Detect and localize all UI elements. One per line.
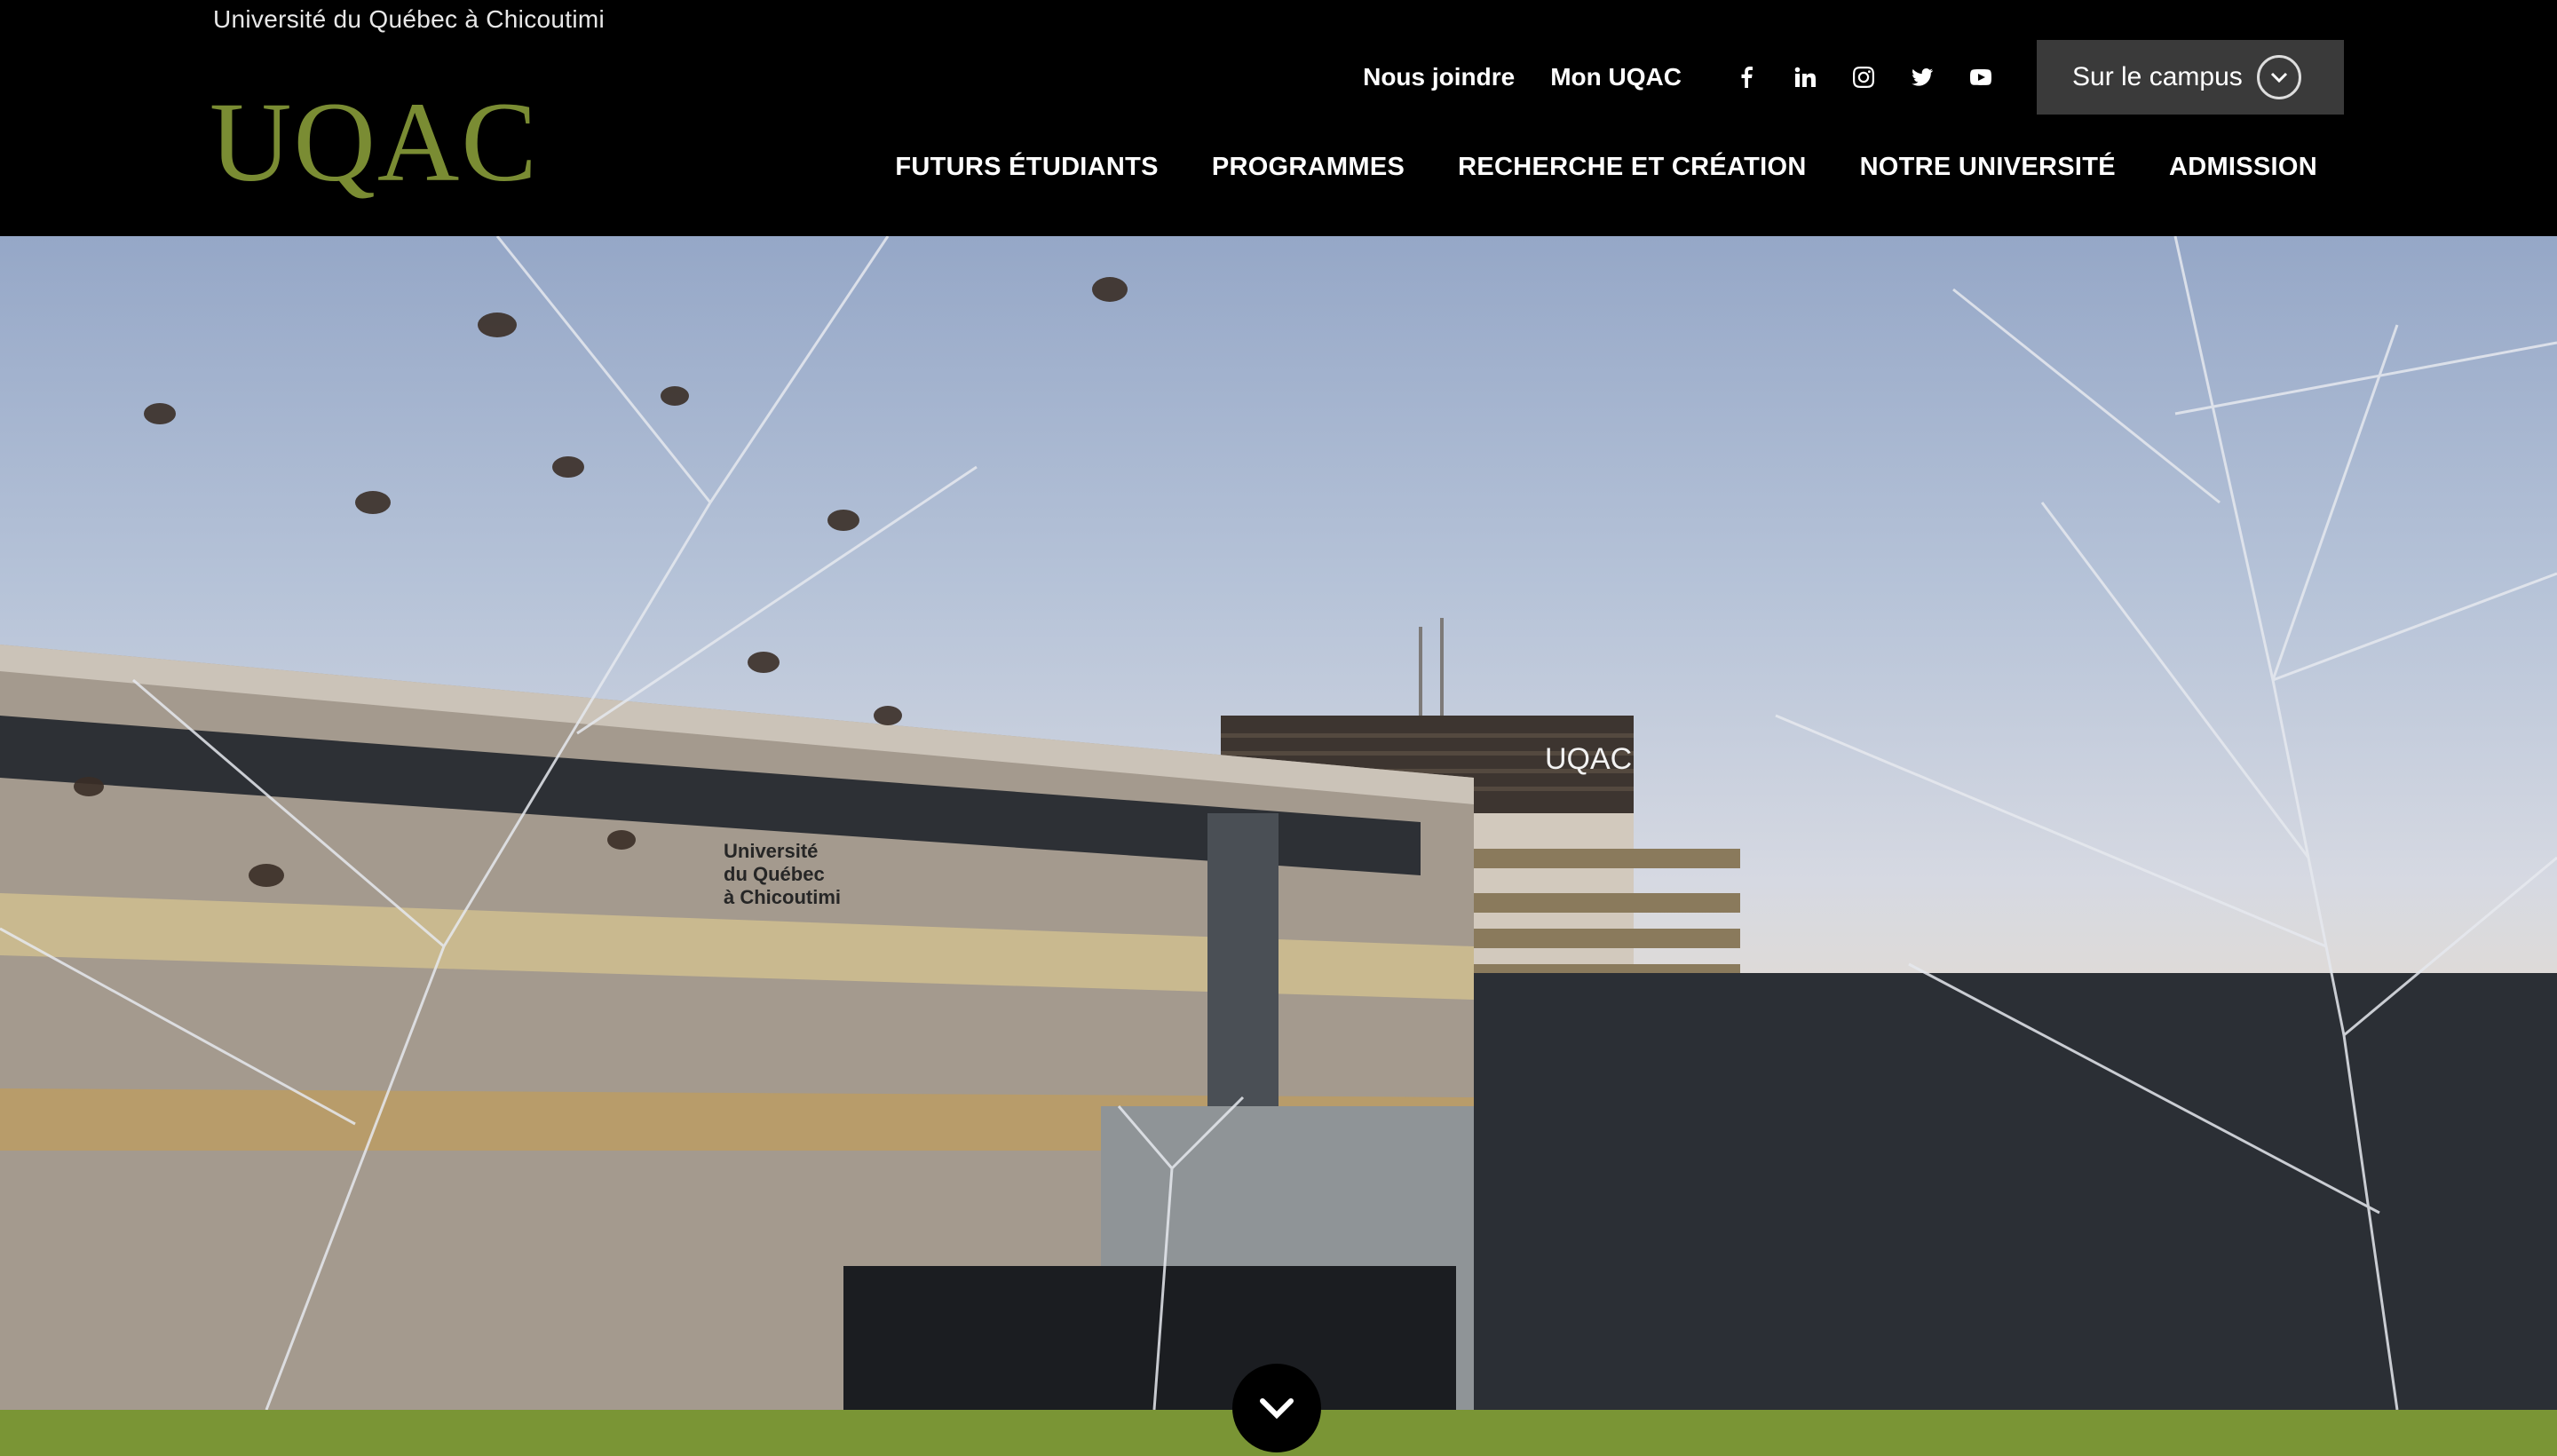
building-sign-line: Université	[724, 840, 818, 862]
tower-sign: UQAC	[1545, 742, 1632, 776]
instagram-icon[interactable]	[1834, 59, 1893, 95]
building-sign-line: du Québec	[724, 863, 825, 885]
nav-admission[interactable]: ADMISSION	[2169, 153, 2317, 182]
uqac-logo[interactable]: UQAC	[210, 85, 539, 199]
chevron-down-icon	[2256, 55, 2301, 99]
sur-le-campus-button[interactable]: Sur le campus	[2037, 40, 2344, 115]
twitter-icon[interactable]	[1893, 59, 1951, 95]
linkedin-icon[interactable]	[1776, 59, 1834, 95]
scroll-down-button[interactable]	[1232, 1364, 1321, 1452]
nav-programmes[interactable]: PROGRAMMES	[1212, 153, 1405, 182]
hero-image: UQAC Université du Québec à Chicoutimi	[0, 236, 2557, 1410]
main-nav: FUTURS ÉTUDIANTS PROGRAMMES RECHERCHE ET…	[842, 153, 2317, 182]
nous-joindre-link[interactable]: Nous joindre	[1363, 63, 1515, 91]
nav-recherche-creation[interactable]: RECHERCHE ET CRÉATION	[1458, 153, 1806, 182]
nav-futurs-etudiants[interactable]: FUTURS ÉTUDIANTS	[895, 153, 1158, 182]
campus-button-label: Sur le campus	[2072, 62, 2243, 91]
utility-nav: Nous joindre Mon UQAC Sur le campus	[1363, 40, 2344, 115]
building-sign: Université du Québec à Chicoutimi	[724, 840, 841, 908]
chevron-down-icon	[1260, 1398, 1294, 1419]
university-name: Université du Québec à Chicoutimi	[213, 5, 605, 33]
mon-uqac-link[interactable]: Mon UQAC	[1550, 63, 1682, 91]
facebook-icon[interactable]	[1717, 59, 1776, 95]
site-header: Université du Québec à Chicoutimi UQAC N…	[0, 0, 2557, 236]
building-sign-line: à Chicoutimi	[724, 886, 841, 908]
youtube-icon[interactable]	[1951, 59, 2010, 95]
campus-photo: UQAC Université du Québec à Chicoutimi	[0, 236, 2557, 1410]
nav-notre-universite[interactable]: NOTRE UNIVERSITÉ	[1860, 153, 2116, 182]
